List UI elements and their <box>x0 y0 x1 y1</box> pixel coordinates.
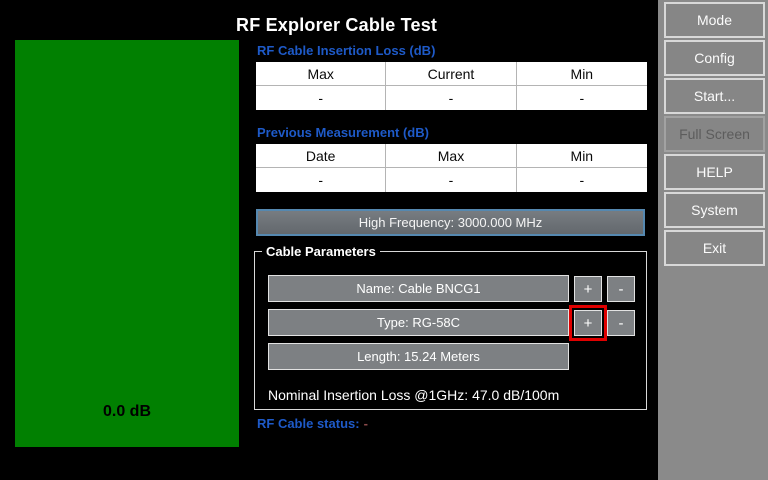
previous-measurement-heading: Previous Measurement (dB) <box>257 125 429 140</box>
help-button[interactable]: HELP <box>664 154 765 190</box>
high-frequency-button[interactable]: High Frequency: 3000.000 MHz <box>256 209 645 236</box>
cable-parameters-heading: Cable Parameters <box>262 244 380 259</box>
mode-button[interactable]: Mode <box>664 2 765 38</box>
cable-name-button[interactable]: Name: Cable BNCG1 <box>268 275 569 302</box>
start-button[interactable]: Start... <box>664 78 765 114</box>
column-header: Max <box>256 62 386 86</box>
cable-length-button[interactable]: Length: 15.24 Meters <box>268 343 569 370</box>
page-title: RF Explorer Cable Test <box>236 15 437 36</box>
system-button[interactable]: System <box>664 192 765 228</box>
table-value: - <box>256 86 386 110</box>
exit-button[interactable]: Exit <box>664 230 765 266</box>
column-header: Min <box>517 62 647 86</box>
insertion-loss-heading: RF Cable Insertion Loss (dB) <box>257 43 435 58</box>
cable-name-increment-button[interactable]: + <box>574 276 602 302</box>
cable-type-increment-button-selected[interactable]: + <box>574 310 602 336</box>
cable-type-button[interactable]: Type: RG-58C <box>268 309 569 336</box>
config-button[interactable]: Config <box>664 40 765 76</box>
cable-name-decrement-button[interactable]: - <box>607 276 635 302</box>
table-value: - <box>386 168 516 192</box>
table-value: - <box>517 168 647 192</box>
column-header: Min <box>517 144 647 168</box>
cable-parameters-group: Cable Parameters Name: Cable BNCG1 + - T… <box>254 251 647 410</box>
signal-level-panel: 0.0 dB <box>15 40 239 447</box>
column-header: Current <box>386 62 516 86</box>
cable-type-decrement-button[interactable]: - <box>607 310 635 336</box>
nominal-insertion-loss-text: Nominal Insertion Loss @1GHz: 47.0 dB/10… <box>268 387 559 403</box>
rf-cable-status-label: RF Cable status: <box>257 416 360 431</box>
rf-explorer-cable-test-window: 0.0 dB RF Explorer Cable Test RF Cable I… <box>0 0 768 480</box>
rf-cable-status: RF Cable status:- <box>257 416 368 431</box>
column-header: Max <box>386 144 516 168</box>
signal-level-value: 0.0 dB <box>15 403 239 421</box>
rf-cable-status-value: - <box>364 416 368 431</box>
column-header: Date <box>256 144 386 168</box>
table-value: - <box>517 86 647 110</box>
sidebar-menu: Mode Config Start... Full Screen HELP Sy… <box>658 0 768 480</box>
table-value: - <box>386 86 516 110</box>
table-value: - <box>256 168 386 192</box>
insertion-loss-table: Max Current Min - - - <box>256 62 647 110</box>
full-screen-button: Full Screen <box>664 116 765 152</box>
previous-measurement-table: Date Max Min - - - <box>256 144 647 192</box>
